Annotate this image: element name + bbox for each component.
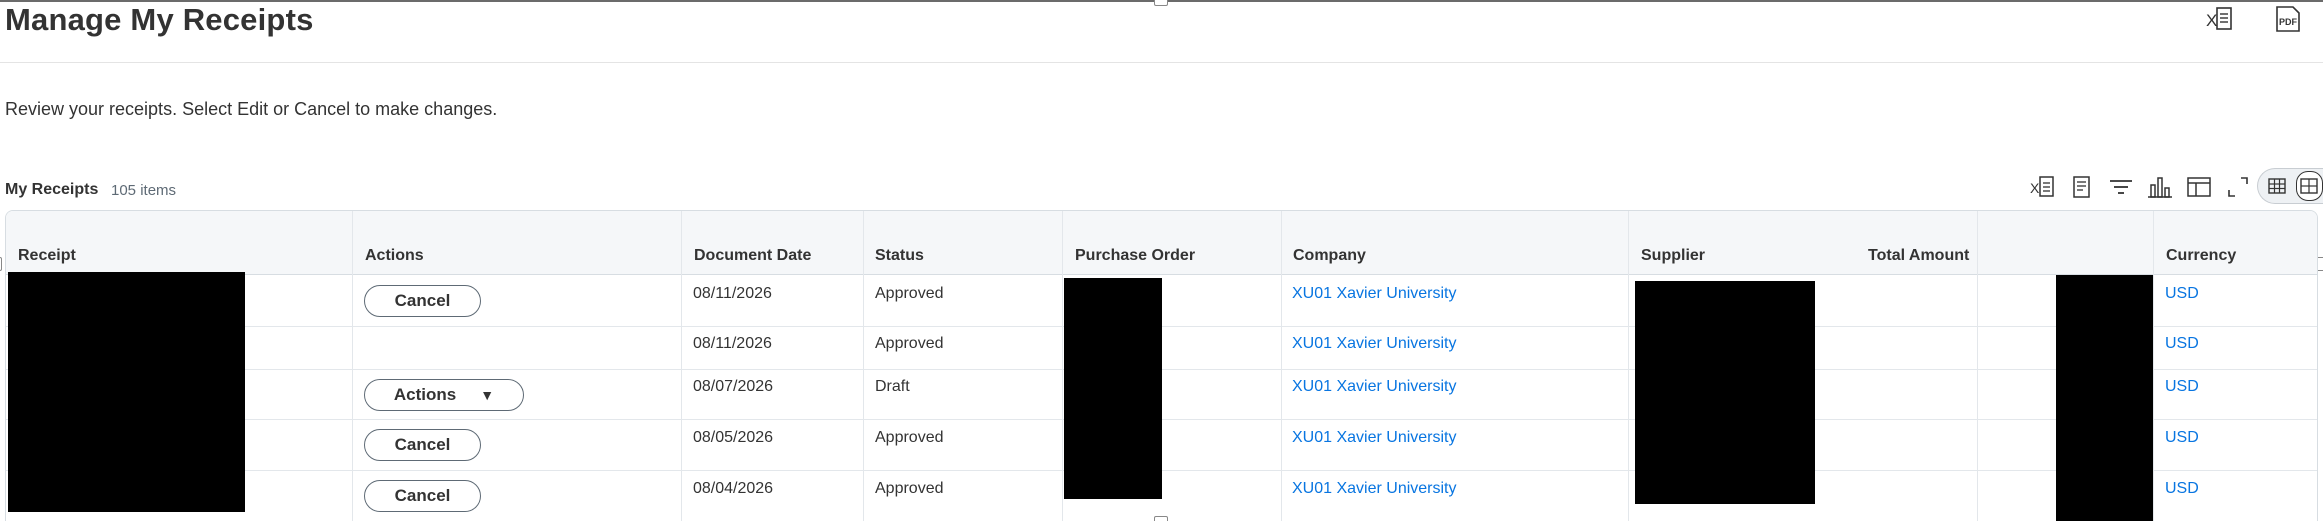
filter-icon[interactable]: [2108, 174, 2134, 200]
instructions-text: Review your receipts. Select Edit or Can…: [5, 99, 498, 119]
excel-export-icon[interactable]: X: [2030, 174, 2056, 200]
column-divider: [2153, 211, 2154, 521]
table-view-icon[interactable]: [2266, 174, 2288, 198]
excel-export-icon[interactable]: X: [2205, 4, 2235, 34]
company-link[interactable]: XU01 Xavier University: [1292, 480, 1457, 498]
status: Approved: [875, 429, 944, 446]
column-header-actions[interactable]: Actions: [365, 247, 424, 265]
column-divider: [863, 211, 864, 521]
company-link[interactable]: XU01 Xavier University: [1292, 378, 1457, 396]
chevron-down-icon: ▼: [480, 387, 495, 403]
column-layout-icon[interactable]: [2186, 174, 2212, 200]
resize-handle-top[interactable]: [1154, 0, 1168, 6]
status: Approved: [875, 285, 944, 302]
grid-title: My Receipts: [5, 181, 99, 198]
export-toolbar: X PDF: [2205, 4, 2303, 34]
redacted-suppliers: [1635, 281, 1815, 504]
redacted-total-amounts: [2056, 275, 2153, 521]
redacted-purchase-orders: [1064, 278, 1162, 499]
column-header-receipt[interactable]: Receipt: [18, 247, 76, 265]
status: Draft: [875, 378, 910, 395]
pdf-export-icon[interactable]: PDF: [2273, 4, 2303, 34]
column-divider: [1977, 211, 1978, 521]
item-count: 105 items: [111, 182, 177, 199]
cancel-button[interactable]: Cancel: [364, 285, 481, 317]
chart-icon[interactable]: [2147, 174, 2173, 200]
document-date: 08/07/2026: [693, 378, 774, 395]
column-divider: [352, 211, 353, 521]
column-divider: [1062, 211, 1063, 521]
grid-toolbar: X: [2030, 174, 2251, 200]
page-title: Manage My Receipts: [5, 2, 314, 37]
column-header-currency[interactable]: Currency: [2166, 247, 2236, 265]
redacted-receipt-numbers: [8, 272, 245, 512]
svg-text:X: X: [2030, 180, 2040, 196]
document-date: 08/11/2026: [693, 335, 772, 352]
column-header-purchase-order[interactable]: Purchase Order: [1075, 247, 1195, 265]
currency-link[interactable]: USD: [2165, 480, 2199, 498]
column-divider: [1281, 211, 1282, 521]
column-divider: [1628, 211, 1629, 521]
column-header-total-amount[interactable]: Total Amount: [1868, 247, 1969, 265]
column-divider: [681, 211, 682, 521]
grid-view-icon[interactable]: [2295, 171, 2323, 201]
column-header-company[interactable]: Company: [1293, 247, 1366, 265]
actions-dropdown-button[interactable]: Actions ▼: [364, 379, 524, 411]
status: Approved: [875, 480, 944, 497]
status: Approved: [875, 335, 944, 352]
company-link[interactable]: XU01 Xavier University: [1292, 429, 1457, 447]
company-link[interactable]: XU01 Xavier University: [1292, 285, 1457, 303]
view-toggle[interactable]: [2257, 168, 2323, 204]
actions-dropdown-label: Actions: [393, 385, 457, 404]
cancel-button[interactable]: Cancel: [364, 429, 481, 461]
document-date: 08/05/2026: [693, 429, 774, 446]
company-link[interactable]: XU01 Xavier University: [1292, 335, 1457, 353]
svg-text:X: X: [2206, 11, 2217, 30]
currency-link[interactable]: USD: [2165, 429, 2199, 447]
column-header-supplier[interactable]: Supplier: [1641, 247, 1705, 265]
title-divider: [0, 62, 2323, 63]
print-icon[interactable]: [2069, 174, 2095, 200]
svg-text:PDF: PDF: [2279, 17, 2298, 27]
currency-link[interactable]: USD: [2165, 285, 2199, 303]
currency-link[interactable]: USD: [2165, 378, 2199, 396]
cancel-button[interactable]: Cancel: [364, 480, 481, 512]
currency-link[interactable]: USD: [2165, 335, 2199, 353]
document-date: 08/11/2026: [693, 285, 772, 302]
column-header-status[interactable]: Status: [875, 247, 924, 265]
resize-handle-left[interactable]: [0, 257, 2, 271]
fullscreen-icon[interactable]: [2225, 174, 2251, 200]
column-header-document-date[interactable]: Document Date: [694, 247, 811, 265]
document-date: 08/04/2026: [693, 480, 774, 497]
receipts-table: Receipt Actions Document Date Status Pur…: [5, 210, 2318, 521]
